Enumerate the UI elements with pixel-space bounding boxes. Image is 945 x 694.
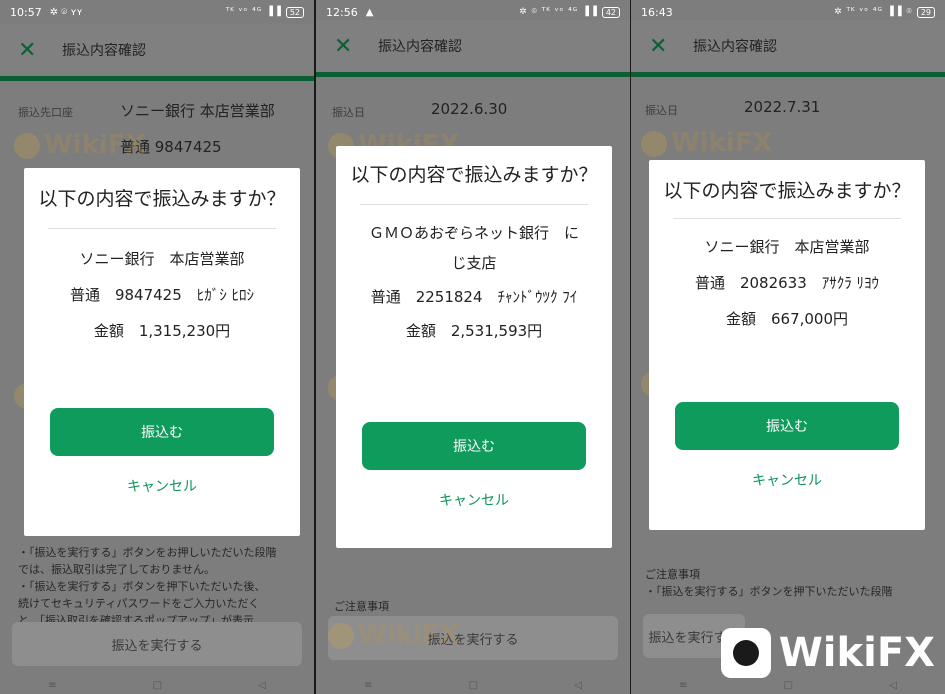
status-time: 16:43 xyxy=(641,5,673,19)
close-icon[interactable]: ✕ xyxy=(334,34,358,59)
divider xyxy=(48,228,276,229)
transfer-button[interactable]: 振込む xyxy=(675,402,899,450)
dialog-bank: ソニー銀行 本店営業部 xyxy=(704,238,870,256)
watermark: WikiFX xyxy=(328,620,460,650)
back-icon[interactable]: ◁ xyxy=(258,680,266,691)
screenshot-collage: 10:57 ✲ ⌾ ʏʏ ᵀᴷ ᵛᵒ ⁴ᴳ ▐▐ 52 ✕ 振込内容確認 振込先… xyxy=(0,0,945,694)
note-line: ・「振込を実行する」ボタンを押下いただいた後、 xyxy=(18,580,266,593)
dialog-title: 以下の内容で振込みますか？ xyxy=(38,188,286,210)
dialog-amount: 金額 2,531,593円 xyxy=(405,322,543,340)
home-icon[interactable]: □ xyxy=(153,680,162,691)
execute-transfer-button[interactable]: 振込を実行する xyxy=(12,622,302,666)
menu-icon[interactable]: ≡ xyxy=(679,680,687,691)
note-line: 続けてセキュリティパスワードをご入力いただく xyxy=(18,597,260,610)
notes-text: ご注意事項 ・「振込を実行する」ボタンを押下いただいた段階 xyxy=(645,566,893,600)
status-time: 10:57 xyxy=(10,5,42,19)
back-icon[interactable]: ◁ xyxy=(574,680,582,691)
watermark: WikiFX xyxy=(14,130,146,160)
cancel-button[interactable]: キャンセル xyxy=(336,490,612,510)
wikifx-logo: WikiFX xyxy=(720,628,935,678)
watermark: WikiFX xyxy=(641,128,773,158)
status-signal: ᵀᴷ ᵛᵒ ⁴ᴳ ▐▐ xyxy=(225,7,282,17)
dialog-account: 普通 2082633 ｱｻｸﾗ ﾘﾖｳ xyxy=(694,274,880,292)
notes-text: ご注意事項 xyxy=(334,598,389,615)
divider xyxy=(673,218,901,219)
navigation-icon: ▲ xyxy=(365,6,374,18)
close-icon[interactable]: ✕ xyxy=(649,34,673,59)
dialog-title: 以下の内容で振込みますか？ xyxy=(663,180,911,202)
back-icon[interactable]: ◁ xyxy=(889,680,897,691)
note-line: ・「振込を実行する」ボタンを押下いただいた段階 xyxy=(645,585,893,598)
dialog-title: 以下の内容で振込みますか？ xyxy=(350,164,598,186)
cancel-button[interactable]: キャンセル xyxy=(24,476,300,496)
status-icons: ✲ ⌾ ʏʏ xyxy=(49,6,83,18)
status-signal: ✲ ᵀᴷ ᵛᵒ ⁴ᴳ ▐▐ ⌾ xyxy=(834,7,913,17)
logo-text: WikiFX xyxy=(778,630,935,676)
note-line: ご注意事項 xyxy=(645,568,700,581)
dialog-bank: ソニー銀行 本店営業部 xyxy=(79,250,245,268)
battery-icon: 42 xyxy=(601,6,620,18)
confirm-dialog: 以下の内容で振込みますか？ ソニー銀行 本店営業部 普通 2082633 ｱｻｸ… xyxy=(649,160,925,530)
confirm-dialog: 以下の内容で振込みますか？ ＧＭＯあおぞらネット銀行 に じ支店 普通 2251… xyxy=(336,146,612,548)
transfer-button[interactable]: 振込む xyxy=(362,422,586,470)
phone-screen-2: 12:56 ▲ ✲ ⌾ ᵀᴷ ᵛᵒ ⁴ᴳ ▐▐ 42 ✕ 振込内容確認 振込日 … xyxy=(316,0,630,694)
status-time: 12:56 xyxy=(326,5,358,19)
dialog-account: 普通 9847425 ﾋｶﾞｼ ﾋﾛｼ xyxy=(69,286,255,304)
cancel-button[interactable]: キャンセル xyxy=(649,470,925,490)
page-title: 振込内容確認 xyxy=(693,39,777,55)
note-line: ご注意事項 xyxy=(334,600,389,613)
menu-icon[interactable]: ≡ xyxy=(364,680,372,691)
menu-icon[interactable]: ≡ xyxy=(48,680,56,691)
row-label: 振込日 xyxy=(332,106,365,119)
dialog-amount: 金額 1,315,230円 xyxy=(93,322,231,340)
page-title: 振込内容確認 xyxy=(62,43,146,59)
divider xyxy=(360,204,588,205)
app-bar: ✕ 振込内容確認 xyxy=(0,24,314,81)
row-label: 振込日 xyxy=(645,104,678,117)
app-bar: ✕ 振込内容確認 xyxy=(316,20,630,77)
battery-icon: 52 xyxy=(285,6,304,18)
phone-screen-1: 10:57 ✲ ⌾ ʏʏ ᵀᴷ ᵛᵒ ⁴ᴳ ▐▐ 52 ✕ 振込内容確認 振込先… xyxy=(0,0,314,694)
confirm-dialog: 以下の内容で振込みますか？ ソニー銀行 本店営業部 普通 9847425 ﾋｶﾞ… xyxy=(24,168,300,536)
note-line: では、振込取引は完了しておりません。 xyxy=(18,563,216,576)
row-value: ソニー銀行 本店営業部 xyxy=(120,102,275,120)
notes-text: ・「振込を実行する」ボタンをお押しいただいた段階 では、振込取引は完了しておりま… xyxy=(18,544,277,629)
transfer-button[interactable]: 振込む xyxy=(50,408,274,456)
nav-bar: ≡ □ ◁ xyxy=(631,676,945,694)
dialog-bank: ＧＭＯあおぞらネット銀行 に xyxy=(368,224,579,242)
note-line: ・「振込を実行する」ボタンをお押しいただいた段階 xyxy=(18,546,277,559)
status-bar: 10:57 ✲ ⌾ ʏʏ ᵀᴷ ᵛᵒ ⁴ᴳ ▐▐ 52 xyxy=(0,0,314,24)
home-icon[interactable]: □ xyxy=(784,680,793,691)
wikifx-mark-icon xyxy=(720,628,771,678)
phone-screen-3: 16:43 ✲ ᵀᴷ ᵛᵒ ⁴ᴳ ▐▐ ⌾ 29 ✕ 振込内容確認 振込日 20… xyxy=(631,0,945,694)
home-icon[interactable]: □ xyxy=(469,680,478,691)
nav-bar: ≡ □ ◁ xyxy=(0,676,314,694)
page-title: 振込内容確認 xyxy=(378,39,462,55)
row-value: 2022.7.31 xyxy=(744,98,821,116)
status-signal: ✲ ⌾ ᵀᴷ ᵛᵒ ⁴ᴳ ▐▐ xyxy=(519,7,598,17)
battery-icon: 29 xyxy=(916,6,935,18)
row-value: 2022.6.30 xyxy=(431,100,508,118)
app-bar: ✕ 振込内容確認 xyxy=(631,20,945,77)
close-icon[interactable]: ✕ xyxy=(18,38,42,63)
dialog-amount: 金額 667,000円 xyxy=(725,310,849,328)
dialog-branch: じ支店 xyxy=(451,254,497,272)
row-label: 振込先口座 xyxy=(18,106,73,119)
dialog-account: 普通 2251824 ﾁｬﾝﾄﾞｳﾂｸ ﾌｲ xyxy=(370,288,578,306)
nav-bar: ≡ □ ◁ xyxy=(316,676,630,694)
